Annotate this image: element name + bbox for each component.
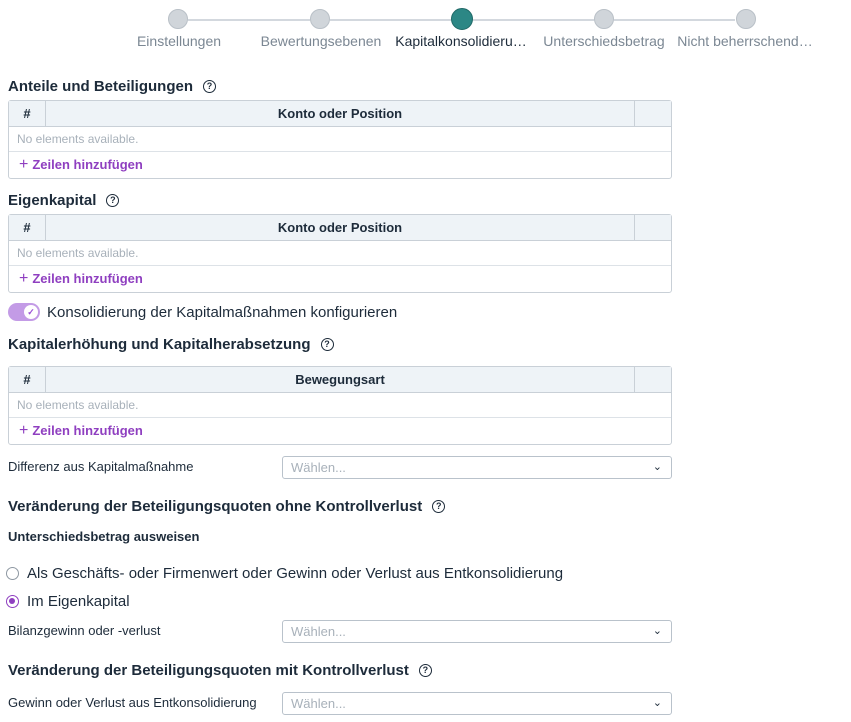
table-empty-message: No elements available. — [9, 127, 671, 152]
column-header-number: # — [9, 215, 46, 240]
help-icon[interactable]: ? — [432, 500, 446, 513]
section-title-eigenkapital: Eigenkapital ? — [8, 192, 120, 209]
add-rows-button[interactable]: + Zeilen hinzufügen — [9, 152, 671, 178]
table-empty-message: No elements available. — [9, 241, 671, 266]
column-header-actions — [635, 215, 671, 240]
section-title-kapitalerhoehung: Kapitalerhöhung und Kapitalherabsetzung … — [8, 336, 334, 353]
column-header-bewegungsart[interactable]: Bewegungsart — [46, 367, 635, 392]
column-header-number: # — [9, 101, 46, 126]
add-rows-button[interactable]: + Zeilen hinzufügen — [9, 266, 671, 292]
help-icon[interactable]: ? — [320, 338, 334, 351]
step-dot-bewertungsebenen[interactable] — [310, 9, 330, 29]
unterschiedsbetrag-subtitle: Unterschiedsbetrag ausweisen — [8, 529, 200, 544]
add-rows-label: Zeilen hinzufügen — [32, 157, 143, 172]
radio-option-eigenkapital[interactable]: Im Eigenkapital — [6, 593, 130, 610]
step-label-kapitalkonsolidierung[interactable]: Kapitalkonsolidieru… — [395, 33, 527, 49]
section-title-text: Kapitalerhöhung und Kapitalherabsetzung — [8, 336, 311, 353]
chevron-down-icon: ⌄ — [652, 697, 662, 709]
add-rows-label: Zeilen hinzufügen — [32, 423, 143, 438]
help-icon[interactable]: ? — [418, 664, 432, 677]
stepper-connector — [188, 19, 310, 21]
step-dot-einstellungen[interactable] — [168, 9, 188, 29]
step-dot-unterschiedsbetrag[interactable] — [594, 9, 614, 29]
entkonsolidierung-label: Gewinn oder Verlust aus Entkonsolidierun… — [8, 695, 257, 710]
table-empty-message: No elements available. — [9, 393, 671, 418]
column-header-konto[interactable]: Konto oder Position — [46, 215, 635, 240]
section-title-ohne-kontrollverlust: Veränderung der Beteiligungsquoten ohne … — [8, 498, 446, 515]
konsolidierung-toggle-row: ✓ Konsolidierung der Kapitalmaßnahmen ko… — [8, 303, 397, 321]
stepper-connector — [330, 19, 451, 21]
toggle-label[interactable]: Konsolidierung der Kapitalmaßnahmen konf… — [47, 304, 397, 321]
plus-icon: + — [19, 156, 29, 173]
stepper-connector — [614, 19, 735, 21]
step-label-nicht-beherrschend[interactable]: Nicht beherrschend… — [677, 33, 812, 49]
step-dot-kapitalkonsolidierung[interactable] — [451, 8, 473, 30]
table-header: # Konto oder Position — [9, 215, 671, 241]
column-header-konto[interactable]: Konto oder Position — [46, 101, 635, 126]
radio-option-firmenwert[interactable]: Als Geschäfts- oder Firmenwert oder Gewi… — [6, 565, 563, 582]
table-header: # Konto oder Position — [9, 101, 671, 127]
radio-label[interactable]: Als Geschäfts- oder Firmenwert oder Gewi… — [27, 565, 563, 582]
differenz-label: Differenz aus Kapitalmaßnahme — [8, 459, 194, 474]
step-label-bewertungsebenen[interactable]: Bewertungsebenen — [261, 33, 382, 49]
check-icon: ✓ — [24, 305, 38, 319]
select-placeholder: Wählen... — [291, 624, 346, 639]
chevron-down-icon: ⌄ — [652, 461, 662, 473]
step-label-einstellungen[interactable]: Einstellungen — [137, 33, 221, 49]
section-title-anteile: Anteile und Beteiligungen ? — [8, 78, 217, 95]
step-dot-nicht-beherrschend[interactable] — [736, 9, 756, 29]
help-icon[interactable]: ? — [106, 194, 120, 207]
bilanzgewinn-select[interactable]: Wählen... ⌄ — [282, 620, 672, 643]
table-header: # Bewegungsart — [9, 367, 671, 393]
section-title-text: Veränderung der Beteiligungsquoten ohne … — [8, 498, 423, 515]
radio-button[interactable] — [6, 567, 19, 580]
entkonsolidierung-select[interactable]: Wählen... ⌄ — [282, 692, 672, 715]
add-rows-label: Zeilen hinzufügen — [32, 271, 143, 286]
stepper-connector — [473, 19, 594, 21]
section-title-mit-kontrollverlust: Veränderung der Beteiligungsquoten mit K… — [8, 662, 432, 679]
wizard-stepper: Einstellungen Bewertungsebenen Kapitalko… — [0, 0, 851, 56]
radio-button[interactable] — [6, 595, 19, 608]
section-title-text: Eigenkapital — [8, 192, 97, 209]
column-header-actions — [635, 367, 671, 392]
section-title-text: Anteile und Beteiligungen — [8, 78, 194, 95]
konsolidierung-toggle[interactable]: ✓ — [8, 303, 40, 321]
plus-icon: + — [19, 270, 29, 287]
section-title-text: Veränderung der Beteiligungsquoten mit K… — [8, 662, 409, 679]
radio-label[interactable]: Im Eigenkapital — [27, 593, 130, 610]
column-header-number: # — [9, 367, 46, 392]
eigenkapital-table: # Konto oder Position No elements availa… — [8, 214, 672, 293]
step-label-unterschiedsbetrag[interactable]: Unterschiedsbetrag — [543, 33, 664, 49]
select-placeholder: Wählen... — [291, 460, 346, 475]
select-placeholder: Wählen... — [291, 696, 346, 711]
differenz-select[interactable]: Wählen... ⌄ — [282, 456, 672, 479]
anteile-table: # Konto oder Position No elements availa… — [8, 100, 672, 179]
help-icon[interactable]: ? — [203, 80, 217, 93]
add-rows-button[interactable]: + Zeilen hinzufügen — [9, 418, 671, 444]
kapitalerhoehung-table: # Bewegungsart No elements available. + Z… — [8, 366, 672, 445]
bilanzgewinn-label: Bilanzgewinn oder -verlust — [8, 623, 161, 638]
plus-icon: + — [19, 422, 29, 439]
column-header-actions — [635, 101, 671, 126]
chevron-down-icon: ⌄ — [652, 625, 662, 637]
